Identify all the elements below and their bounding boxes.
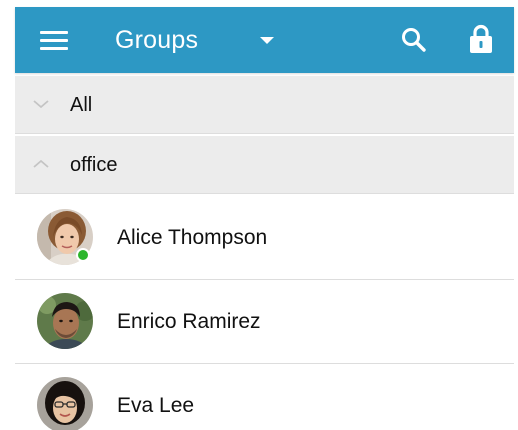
group-row-office[interactable]: office bbox=[15, 136, 514, 194]
chevron-up-icon bbox=[33, 159, 49, 168]
group-label-all: All bbox=[70, 94, 93, 116]
contact-row-eva-lee[interactable]: Eva Lee bbox=[15, 364, 514, 430]
chevron-down-icon bbox=[33, 100, 49, 109]
group-label-office: office bbox=[70, 154, 118, 176]
contact-row-enrico-ramirez[interactable]: Enrico Ramirez bbox=[15, 280, 514, 364]
contact-name: Enrico Ramirez bbox=[117, 310, 261, 333]
search-icon[interactable] bbox=[401, 27, 427, 53]
app: Groups All office Alice Thompson Enrico … bbox=[0, 0, 518, 430]
contact-name: Alice Thompson bbox=[117, 226, 268, 249]
lock-icon[interactable] bbox=[469, 24, 493, 54]
contact-name: Eva Lee bbox=[117, 394, 195, 417]
menu-icon[interactable] bbox=[40, 30, 68, 50]
avatar bbox=[37, 293, 93, 349]
group-selector[interactable]: Groups bbox=[115, 23, 275, 57]
app-bar: Groups bbox=[15, 7, 514, 73]
contact-row-alice-thompson[interactable]: Alice Thompson bbox=[15, 196, 514, 280]
dropdown-icon bbox=[260, 36, 275, 44]
appbar-title: Groups bbox=[115, 26, 199, 54]
avatar bbox=[37, 377, 93, 430]
group-row-all[interactable]: All bbox=[15, 76, 514, 134]
online-status-dot bbox=[76, 248, 90, 262]
